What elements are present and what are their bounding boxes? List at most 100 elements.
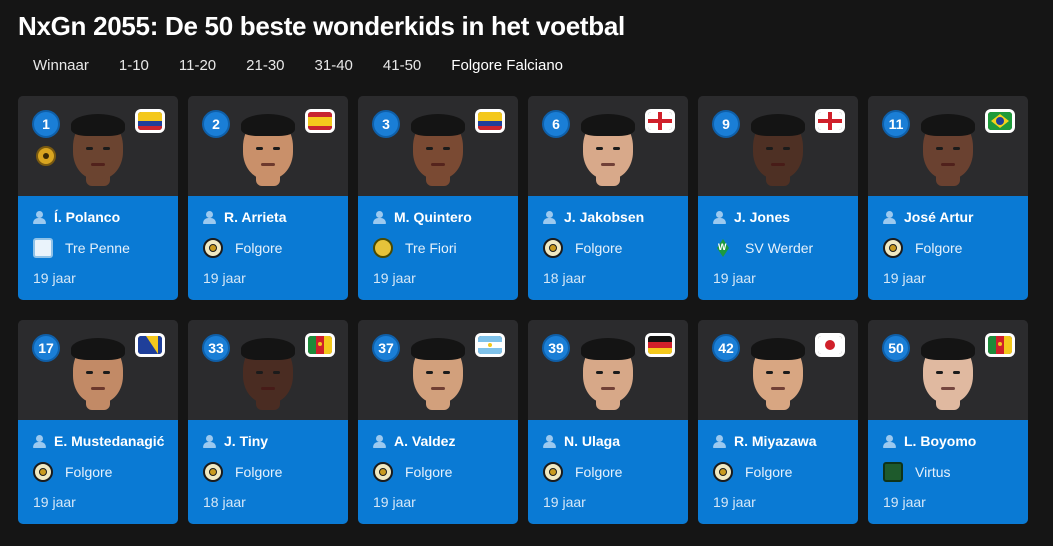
player-name-row: L. Boyomo [883,433,976,449]
folgore-crest-icon [203,462,223,482]
player-name: A. Valdez [394,433,456,449]
player-card[interactable]: 39 N. Ulaga Folgore 19 jaar [528,320,688,524]
club-row: Folgore [33,462,112,482]
tab-1-10[interactable]: 1-10 [104,52,164,88]
cameroon-flag-icon [988,336,1012,354]
player-card[interactable]: 3 M. Quintero Tre Fiori 19 jaar [358,96,518,300]
club-name: SV Werder [745,240,814,256]
player-card[interactable]: 9 J. Jones SV Werder 19 jaar [698,96,858,300]
person-icon [373,434,386,448]
person-icon [203,434,216,448]
club-row: Folgore [543,462,622,482]
player-info: José Artur Folgore 19 jaar [868,196,1028,300]
club-name: Folgore [235,240,283,256]
tab-11-20[interactable]: 11-20 [164,52,231,88]
tab-41-50[interactable]: 41-50 [368,52,436,88]
player-name: M. Quintero [394,209,472,225]
player-name-row: J. Jakobsen [543,209,644,225]
player-portrait-area: 33 [188,320,348,420]
rank-badge: 3 [372,110,400,138]
rank-badge: 37 [372,334,400,362]
player-name-row: R. Miyazawa [713,433,816,449]
folgore-crest-icon [713,462,733,482]
player-portrait-area: 3 [358,96,518,196]
player-age: 19 jaar [883,270,926,286]
player-face-icon [411,338,465,403]
rank-badge: 1 [32,110,60,138]
player-name-row: J. Tiny [203,433,268,449]
player-card[interactable]: 11 José Artur Folgore 19 jaar [868,96,1028,300]
player-portrait-area: 9 [698,96,858,196]
player-info: L. Boyomo Virtus 19 jaar [868,420,1028,524]
player-name: Í. Polanco [54,209,121,225]
player-card[interactable]: 33 J. Tiny Folgore 18 jaar [188,320,348,524]
cameroon-flag-icon [308,336,332,354]
player-card[interactable]: 42 R. Miyazawa Folgore 19 jaar [698,320,858,524]
england-flag-icon [648,112,672,130]
player-face-icon [71,114,125,179]
page-title: NxGn 2055: De 50 beste wonderkids in het… [18,11,625,41]
player-portrait-area: 50 [868,320,1028,420]
tab-folgore-falciano[interactable]: Folgore Falciano [436,52,578,88]
club-name: Folgore [915,240,963,256]
person-icon [543,210,556,224]
player-name: E. Mustedanagić [54,433,165,449]
player-portrait-area: 11 [868,96,1028,196]
player-portrait-area: 6 [528,96,688,196]
player-name: R. Arrieta [224,209,287,225]
player-name: José Artur [904,209,974,225]
spain-flag-icon [308,112,332,130]
person-icon [33,434,46,448]
club-name: Tre Penne [65,240,130,256]
player-name-row: José Artur [883,209,974,225]
folgore-crest-icon [203,238,223,258]
player-age: 19 jaar [373,270,416,286]
player-age: 18 jaar [203,494,246,510]
tab-bar: Winnaar 1-10 11-20 21-30 31-40 41-50 Fol… [18,52,578,88]
person-icon [713,210,726,224]
player-name-row: A. Valdez [373,433,455,449]
tab-21-30[interactable]: 21-30 [231,52,299,88]
club-row: Tre Penne [33,238,130,258]
player-name: J. Tiny [224,433,269,449]
player-card[interactable]: 17 E. Mustedanagić Folgore 19 jaar [18,320,178,524]
club-name: Folgore [405,464,453,480]
player-info: E. Mustedanagić Folgore 19 jaar [18,420,178,524]
colombia-flag-icon [138,112,162,130]
player-portrait-area: 2 [188,96,348,196]
player-name: R. Miyazawa [734,433,817,449]
player-age: 18 jaar [543,270,586,286]
person-icon [203,210,216,224]
player-name-row: M. Quintero [373,209,472,225]
player-card[interactable]: 2 R. Arrieta Folgore 19 jaar [188,96,348,300]
player-info: R. Arrieta Folgore 19 jaar [188,196,348,300]
player-age: 19 jaar [883,494,926,510]
award-medal-icon [36,146,56,166]
player-age: 19 jaar [33,270,76,286]
player-name: N. Ulaga [564,433,621,449]
player-name: L. Boyomo [904,433,977,449]
club-row: Folgore [373,462,452,482]
club-row: Folgore [203,238,282,258]
player-card[interactable]: 6 J. Jakobsen Folgore 18 jaar [528,96,688,300]
player-age: 19 jaar [713,270,756,286]
tab-winnaar[interactable]: Winnaar [18,52,104,88]
player-portrait-area: 37 [358,320,518,420]
club-row: Tre Fiori [373,238,457,258]
person-icon [373,210,386,224]
player-card[interactable]: 1 Í. Polanco Tre Penne 19 jaar [18,96,178,300]
werder-crest-icon [713,238,733,258]
player-age: 19 jaar [203,270,246,286]
player-card[interactable]: 50 L. Boyomo Virtus 19 jaar [868,320,1028,524]
club-name: Tre Fiori [405,240,457,256]
player-name: J. Jakobsen [564,209,645,225]
player-portrait-area: 39 [528,320,688,420]
player-age: 19 jaar [543,494,586,510]
club-row: Folgore [203,462,282,482]
player-name-row: R. Arrieta [203,209,287,225]
tab-31-40[interactable]: 31-40 [300,52,368,88]
club-name: Folgore [65,464,113,480]
player-card[interactable]: 37 A. Valdez Folgore 19 jaar [358,320,518,524]
club-name: Folgore [235,464,283,480]
club-row: Folgore [883,238,962,258]
